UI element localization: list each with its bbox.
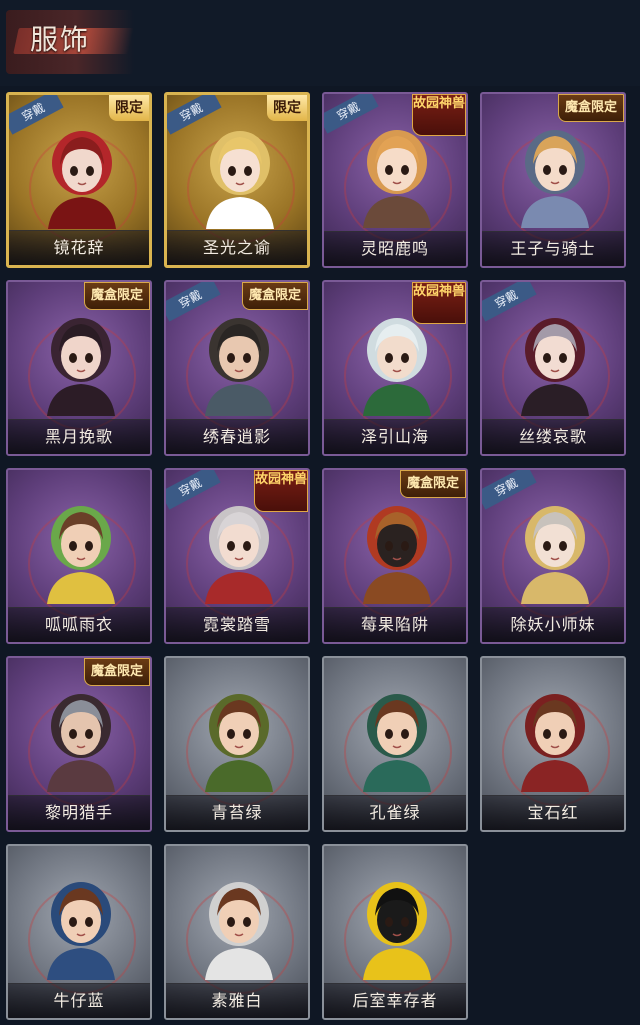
character-portrait [363, 882, 431, 980]
costume-name: 黎明猎手 [44, 803, 113, 822]
costume-name-bar: 黑月挽歌 [8, 419, 150, 454]
costume-name: 青苔绿 [211, 803, 263, 822]
costume-card[interactable]: 宝石红 [480, 656, 626, 832]
limited-badge: 限定 [109, 95, 149, 121]
costume-name-bar: 宝石红 [482, 795, 624, 830]
costume-card[interactable]: 穿戴 限定 镜花辞 [6, 92, 152, 268]
magic-box-limited-badge: 魔盒限定 [83, 658, 150, 686]
costume-name: 后室幸存者 [352, 991, 438, 1010]
costume-card[interactable]: 故园神兽泽引山海 [322, 280, 468, 456]
character-portrait [206, 131, 274, 229]
character-portrait [521, 130, 589, 228]
mythic-beast-badge: 故园神兽 [412, 94, 466, 136]
costume-card[interactable]: 穿戴 故园神兽 霓裳踏雪 [164, 468, 310, 644]
costume-card[interactable]: 后室幸存者 [322, 844, 468, 1020]
costume-name: 呱呱雨衣 [44, 615, 113, 634]
costume-card[interactable]: 魔盒限定黑月挽歌 [6, 280, 152, 456]
costume-name-bar: 孔雀绿 [324, 795, 466, 830]
costume-card[interactable]: 魔盒限定王子与骑士 [480, 92, 626, 268]
page-title: 服饰 [30, 23, 91, 56]
character-portrait [47, 506, 115, 604]
magic-box-limited-badge: 魔盒限定 [557, 94, 624, 122]
costume-name-bar: 除妖小师妹 [482, 607, 624, 642]
costume-name-bar: 牛仔蓝 [8, 983, 150, 1018]
costume-card[interactable]: 穿戴 除妖小师妹 [480, 468, 626, 644]
costume-card[interactable]: 魔盒限定莓果陷阱 [322, 468, 468, 644]
header-bar: 服饰 [0, 0, 640, 86]
character-portrait [47, 694, 115, 792]
costume-name-bar: 绣春逍影 [166, 419, 308, 454]
costume-card[interactable]: 魔盒限定黎明猎手 [6, 656, 152, 832]
costume-name: 镜花辞 [53, 238, 105, 257]
costume-name-bar: 黎明猎手 [8, 795, 150, 830]
costume-card[interactable]: 穿戴 故园神兽 灵昭鹿鸣 [322, 92, 468, 268]
costume-name: 黑月挽歌 [44, 427, 113, 446]
character-portrait [363, 506, 431, 604]
costume-name: 素雅白 [211, 991, 263, 1010]
costume-card[interactable]: 穿戴 丝缕哀歌 [480, 280, 626, 456]
costume-card[interactable]: 穿戴 魔盒限定 绣春逍影 [164, 280, 310, 456]
character-portrait [363, 694, 431, 792]
costume-name: 丝缕哀歌 [518, 427, 587, 446]
costume-name: 霓裳踏雪 [202, 615, 271, 634]
costume-card[interactable]: 穿戴 限定 圣光之谕 [164, 92, 310, 268]
costume-name-bar: 灵昭鹿鸣 [324, 231, 466, 266]
character-portrait [521, 318, 589, 416]
costume-name-bar: 霓裳踏雪 [166, 607, 308, 642]
magic-box-limited-badge: 魔盒限定 [241, 282, 308, 310]
costume-name: 孔雀绿 [369, 803, 421, 822]
costume-name-bar: 莓果陷阱 [324, 607, 466, 642]
costume-name: 泽引山海 [360, 427, 429, 446]
character-portrait [205, 882, 273, 980]
costume-name-bar: 后室幸存者 [324, 983, 466, 1018]
magic-box-limited-badge: 魔盒限定 [83, 282, 150, 310]
mythic-beast-badge: 故园神兽 [254, 470, 308, 512]
costume-card[interactable]: 呱呱雨衣 [6, 468, 152, 644]
costume-card[interactable]: 青苔绿 [164, 656, 310, 832]
character-portrait [205, 318, 273, 416]
costume-card[interactable]: 牛仔蓝 [6, 844, 152, 1020]
costume-name: 宝石红 [527, 803, 579, 822]
magic-box-limited-badge: 魔盒限定 [399, 470, 466, 498]
character-portrait [48, 131, 116, 229]
mythic-beast-badge: 故园神兽 [412, 282, 466, 324]
character-portrait [521, 694, 589, 792]
costume-name-bar: 青苔绿 [166, 795, 308, 830]
costume-name-bar: 素雅白 [166, 983, 308, 1018]
costume-name: 牛仔蓝 [53, 991, 105, 1010]
costume-name: 除妖小师妹 [510, 615, 596, 634]
character-portrait [521, 506, 589, 604]
costume-name: 圣光之谕 [202, 238, 271, 257]
costume-name-bar: 圣光之谕 [167, 230, 307, 265]
costume-name-bar: 丝缕哀歌 [482, 419, 624, 454]
costume-card[interactable]: 孔雀绿 [322, 656, 468, 832]
limited-badge: 限定 [267, 95, 307, 121]
costume-name: 王子与骑士 [510, 239, 596, 258]
character-portrait [47, 318, 115, 416]
costume-name: 灵昭鹿鸣 [360, 239, 429, 258]
costume-card[interactable]: 素雅白 [164, 844, 310, 1020]
costume-name-bar: 镜花辞 [9, 230, 149, 265]
character-portrait [47, 882, 115, 980]
costume-name-bar: 王子与骑士 [482, 231, 624, 266]
costume-name: 莓果陷阱 [360, 615, 429, 634]
costume-name-bar: 泽引山海 [324, 419, 466, 454]
costume-name-bar: 呱呱雨衣 [8, 607, 150, 642]
costume-name: 绣春逍影 [202, 427, 271, 446]
character-portrait [205, 694, 273, 792]
